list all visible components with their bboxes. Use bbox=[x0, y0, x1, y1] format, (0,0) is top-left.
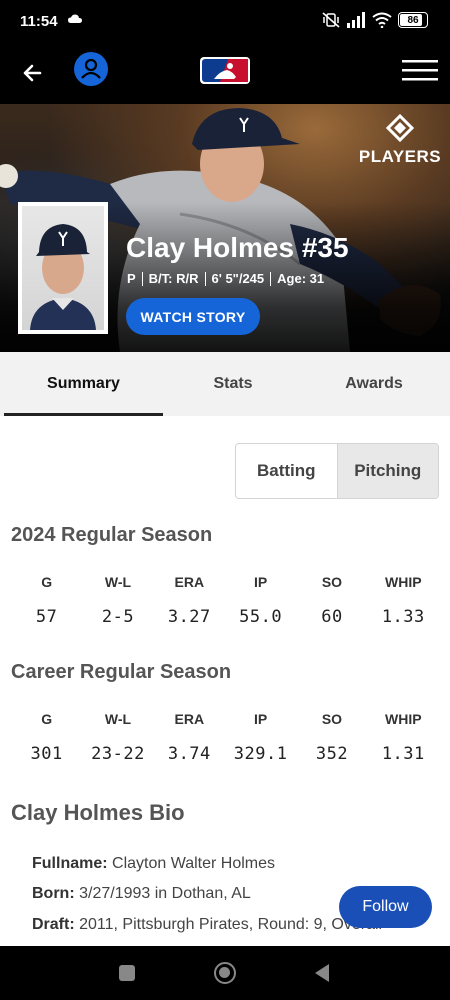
bio-draft: Draft: 2011, Pittsburgh Pirates, Round: … bbox=[32, 916, 383, 933]
back-arrow-icon[interactable] bbox=[18, 58, 48, 88]
status-time: 11:54 bbox=[20, 13, 58, 30]
players-brand: PLAYERS bbox=[358, 147, 442, 166]
app-header bbox=[0, 44, 450, 104]
player-position: P bbox=[127, 271, 136, 286]
tab-bar: Summary Stats Awards bbox=[0, 352, 450, 416]
recent-apps-icon[interactable] bbox=[119, 965, 135, 981]
back-nav-icon[interactable] bbox=[313, 963, 331, 983]
player-age: Age: 31 bbox=[277, 271, 325, 286]
home-icon[interactable] bbox=[214, 962, 236, 984]
pitching-toggle[interactable]: Pitching bbox=[336, 444, 438, 498]
player-height-weight: 6' 5"/245 bbox=[211, 271, 265, 286]
tab-awards[interactable]: Awards bbox=[303, 352, 445, 416]
wifi-icon bbox=[372, 12, 392, 28]
mlb-players-logo: PLAYERS bbox=[358, 113, 442, 167]
career-stats-title: Career Regular Season bbox=[11, 661, 232, 683]
status-bar: 11:54 86 bbox=[0, 0, 450, 44]
batting-pitching-toggle: Batting Pitching bbox=[235, 443, 439, 499]
battery-icon: 86 bbox=[398, 12, 428, 28]
hamburger-menu-icon[interactable] bbox=[402, 58, 438, 82]
player-bats-throws: B/T: R/R bbox=[148, 271, 199, 286]
mlb-logo[interactable] bbox=[200, 57, 250, 84]
follow-button[interactable]: Follow bbox=[339, 886, 432, 928]
batting-toggle[interactable]: Batting bbox=[236, 444, 337, 498]
vibrate-off-icon bbox=[322, 12, 340, 28]
status-icons: 86 bbox=[322, 12, 428, 28]
watch-story-button[interactable]: WATCH STORY bbox=[126, 298, 260, 335]
tab-summary[interactable]: Summary bbox=[4, 352, 163, 416]
season-stats-table: G W-L ERA IP SO WHIP 57 2-5 3.27 55.0 60… bbox=[35, 574, 425, 627]
diamond-logo-icon bbox=[385, 113, 415, 143]
player-name: Clay Holmes #35 bbox=[126, 232, 349, 263]
system-nav-bar bbox=[0, 946, 450, 1000]
battery-percent: 86 bbox=[407, 14, 419, 26]
bio-title: Clay Holmes Bio bbox=[11, 800, 185, 825]
player-meta: P B/T: R/R 6' 5"/245 Age: 31 bbox=[127, 271, 324, 286]
player-headshot bbox=[18, 202, 108, 334]
bio-born: Born: 3/27/1993 in Dothan, AL bbox=[32, 885, 251, 902]
cloud-icon bbox=[68, 14, 82, 23]
account-avatar-icon[interactable] bbox=[74, 52, 108, 86]
tab-stats[interactable]: Stats bbox=[163, 352, 303, 416]
signal-icon bbox=[347, 12, 365, 28]
summary-content: Batting Pitching 2024 Regular Season G W… bbox=[0, 416, 450, 946]
season-stats-title: 2024 Regular Season bbox=[11, 524, 213, 546]
career-stats-table: G W-L ERA IP SO WHIP 301 23-22 3.74 329.… bbox=[30, 711, 425, 764]
player-hero: PLAYERS Clay Holmes #35 P B/T: R/R 6' 5"… bbox=[0, 104, 450, 352]
bio-fullname: Fullname: Clayton Walter Holmes bbox=[32, 855, 276, 872]
